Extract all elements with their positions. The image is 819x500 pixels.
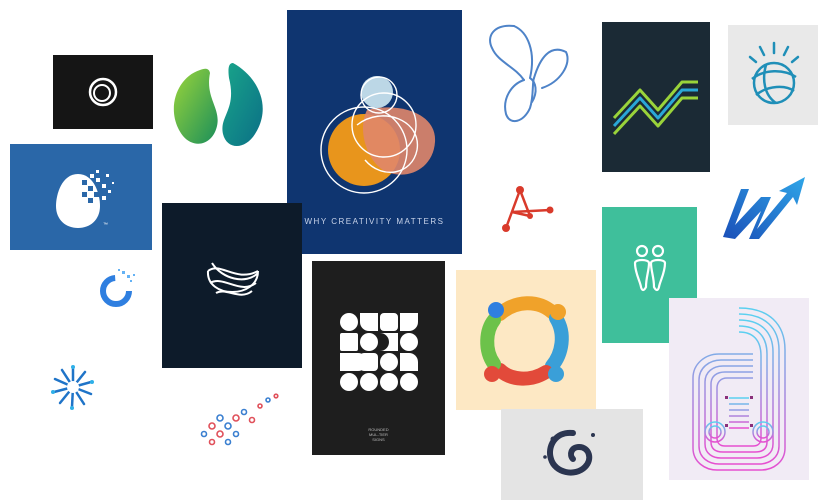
creativity-poster-card: WHY CREATIVITY MATTERS — [287, 10, 462, 254]
pink-maze-logo-card — [669, 298, 809, 480]
swirl-logo-icon — [543, 429, 595, 476]
globe-ibm-logo-icon — [748, 41, 800, 105]
wave-bowl-logo-card — [162, 203, 302, 368]
poster-caption: WHY CREATIVITY MATTERS — [304, 217, 445, 226]
ring-logo-card — [53, 55, 153, 129]
svg-text:™: ™ — [103, 222, 108, 228]
rounded-shapes-poster-art — [340, 313, 418, 391]
green-drop-logo-icon — [173, 63, 263, 146]
people-circle-logo-card — [456, 270, 596, 410]
globe-ibm-logo-card — [728, 25, 818, 125]
people-circle-logo-icon — [480, 296, 569, 386]
swirl-logo-card — [501, 409, 643, 500]
constellation-logo-icon — [502, 186, 554, 232]
rounded-shapes-poster-card: ROUNDED MUL-TIER SIGNS — [312, 261, 445, 455]
egg-pixel-logo-card: ™ — [10, 144, 152, 250]
dot-particle-logo-icon — [200, 393, 279, 446]
caption-line-3: SIGNS — [372, 437, 385, 442]
n-arrow-logo-icon — [723, 177, 805, 239]
egg-pixel-logo-icon: ™ — [56, 170, 114, 228]
chart-lines-logo-card — [602, 22, 710, 172]
pixel-ring-logo-icon — [100, 269, 135, 307]
butterfly-line-logo-icon — [489, 24, 569, 123]
pink-maze-logo-icon — [692, 307, 786, 471]
ring-logo-icon — [88, 77, 118, 107]
burst-logo-icon — [51, 365, 94, 410]
wave-bowl-logo-icon — [206, 262, 259, 296]
poster-small-caption: ROUNDED MUL-TIER SIGNS — [312, 427, 445, 442]
chart-lines-logo-icon — [612, 80, 698, 136]
